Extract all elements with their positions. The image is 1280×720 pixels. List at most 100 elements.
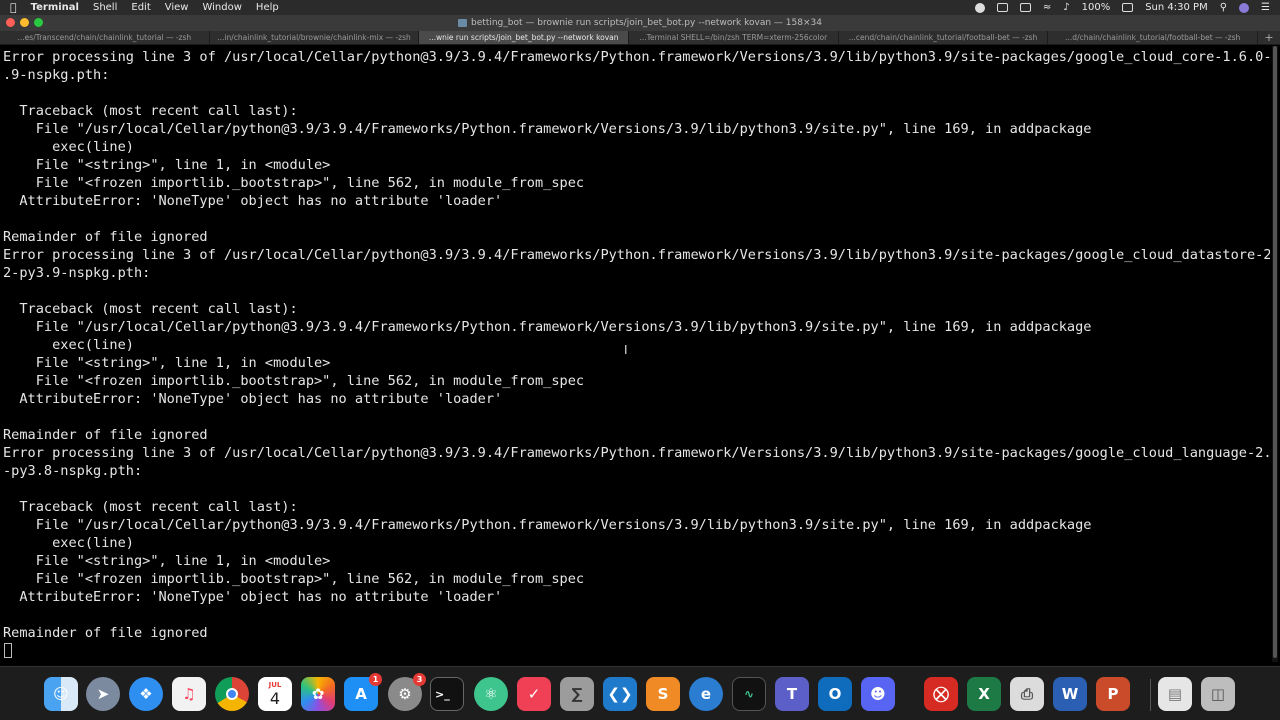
documents-stack-icon[interactable]: ▤ (1158, 677, 1192, 711)
close-window-button[interactable] (6, 18, 15, 27)
calendar-month: JUL (268, 680, 282, 689)
tab-chainlink-mix[interactable]: ...in/chainlink_tutorial/brownie/chainli… (210, 31, 420, 44)
text-cursor-icon: I (624, 343, 628, 357)
system-preferences-icon[interactable]: ⚙ 3 (388, 673, 426, 711)
terminal-line: File "<frozen importlib._bootstrap>", li… (3, 571, 585, 587)
airplay-icon[interactable] (1019, 3, 1031, 12)
printer-icon[interactable]: ⎙ (1010, 677, 1044, 711)
terminal-line: File "/usr/local/Cellar/python@3.9/3.9.4… (3, 517, 1092, 533)
chrome-icon[interactable] (215, 677, 249, 711)
tab-brownie-run[interactable]: ...wnie run scripts/join_bet_bot.py --ne… (419, 31, 630, 44)
terminal-line: File "<frozen importlib._bootstrap>", li… (3, 373, 585, 389)
record-icon[interactable] (974, 2, 985, 13)
menu-bar:  Terminal Shell Edit View Window Help ≈… (0, 0, 1280, 15)
terminal-cursor (4, 643, 12, 658)
display-icon[interactable] (996, 3, 1008, 12)
control-center-icon[interactable]: ☰ (1261, 2, 1270, 13)
terminal-line: AttributeError: 'NoneType' object has no… (3, 589, 503, 605)
app-store-icon[interactable]: A1 (344, 673, 382, 711)
terminal-line: File "<string>", line 1, in <module> (3, 355, 331, 371)
outlook-icon[interactable]: O (818, 677, 852, 711)
terminal-line: 2-py3.9-nspkg.pth: (3, 265, 151, 281)
atom-icon[interactable]: ⚛ (474, 677, 508, 711)
app-store-badge: 1 (369, 673, 382, 686)
status-area: ≈ ♪ 100% Sun 4:30 PM ⚲ ☰ (963, 2, 1280, 13)
system-preferences-badge: 3 (413, 673, 426, 686)
terminal-line: Error processing line 3 of /usr/local/Ce… (3, 49, 1270, 65)
teams-icon[interactable]: T (775, 677, 809, 711)
terminal-line: exec(line) (3, 139, 134, 155)
tab-bar: ...es/Transcend/chain/chainlink_tutorial… (0, 31, 1280, 45)
terminal-line: Error processing line 3 of /usr/local/Ce… (3, 445, 1270, 461)
terminal-line: Traceback (most recent call last): (3, 103, 298, 119)
menu-help[interactable]: Help (256, 2, 279, 13)
sublime-icon[interactable]: S (646, 677, 680, 711)
wifi-icon[interactable]: ≈ (1043, 2, 1051, 13)
siri-icon[interactable] (1239, 2, 1250, 13)
photos-icon[interactable]: ✿ (301, 677, 335, 711)
edge-icon[interactable]: e (689, 677, 723, 711)
terminal-line: exec(line) (3, 535, 134, 551)
terminal-line: Remainder of file ignored (3, 625, 208, 641)
terminal-scrollbar[interactable] (1272, 46, 1278, 662)
terminal-line: Remainder of file ignored (3, 229, 208, 245)
terminal-line: File "/usr/local/Cellar/python@3.9/3.9.4… (3, 121, 1092, 137)
excel-icon[interactable]: X (967, 677, 1001, 711)
window-controls (6, 18, 48, 27)
activity-monitor-icon[interactable]: ∿ (732, 677, 766, 711)
trash-icon[interactable]: ◫ (1201, 677, 1235, 711)
acrobat-icon[interactable]: ⛒ (924, 677, 958, 711)
safari-icon[interactable]: ❖ (129, 677, 163, 711)
tab-football-bet-1[interactable]: ...cend/chain/chainlink_tutorial/footbal… (839, 31, 1049, 44)
tab-football-bet-2[interactable]: ...d/chain/chainlink_tutorial/football-b… (1048, 31, 1259, 44)
terminal-line: Error processing line 3 of /usr/local/Ce… (3, 247, 1270, 263)
battery-percent[interactable]: 100% (1082, 2, 1111, 13)
apple-menu-icon[interactable]:  (10, 1, 17, 14)
menu-app-terminal[interactable]: Terminal (31, 2, 79, 13)
menu-shell[interactable]: Shell (93, 2, 117, 13)
terminal-line: Traceback (most recent call last): (3, 499, 298, 515)
dock: ☺ ➤ ❖ ♫ JUL 4 ✿ A1 ⚙ 3 >_ ⚛ ✓ ∑ ❮❯ S e ∿ … (0, 666, 1280, 720)
window-title: betting_bot — brownie run scripts/join_b… (471, 18, 822, 28)
minimize-window-button[interactable] (20, 18, 29, 27)
battery-icon[interactable] (1122, 3, 1134, 12)
folder-icon (458, 19, 468, 27)
calendar-icon[interactable]: JUL 4 (258, 677, 292, 711)
calendar-day: 4 (269, 688, 281, 708)
terminal-line: File "<string>", line 1, in <module> (3, 157, 331, 173)
powerpoint-icon[interactable]: P (1096, 677, 1130, 711)
finder-icon[interactable]: ☺ (44, 677, 78, 711)
terminal-line: File "<string>", line 1, in <module> (3, 553, 331, 569)
terminal-line: File "<frozen importlib._bootstrap>", li… (3, 175, 585, 191)
word-icon[interactable]: W (1053, 677, 1087, 711)
launchpad-icon[interactable]: ➤ (86, 677, 120, 711)
menu-window[interactable]: Window (202, 2, 241, 13)
tab-chainlink-tutorial[interactable]: ...es/Transcend/chain/chainlink_tutorial… (0, 31, 210, 44)
new-tab-button[interactable]: + (1258, 31, 1280, 44)
terminal-line: Remainder of file ignored (3, 427, 208, 443)
zoom-window-button[interactable] (34, 18, 43, 27)
terminal-line: File "/usr/local/Cellar/python@3.9/3.9.4… (3, 319, 1092, 335)
menu-view[interactable]: View (165, 2, 189, 13)
scrollbar-thumb[interactable] (1273, 46, 1277, 658)
calculator-icon[interactable]: ∑ (560, 677, 594, 711)
tab-terminal-shell[interactable]: ...Terminal SHELL=/bin/zsh TERM=xterm-25… (629, 31, 839, 44)
terminal-line: .9-nspkg.pth: (3, 67, 110, 83)
clock[interactable]: Sun 4:30 PM (1145, 2, 1208, 13)
terminal-output[interactable]: Error processing line 3 of /usr/local/Ce… (0, 46, 1270, 662)
terminal-line: exec(line) (3, 337, 134, 353)
pocket-icon[interactable]: ✓ (517, 677, 551, 711)
spotlight-search-icon[interactable]: ⚲ (1220, 2, 1227, 13)
vscode-icon[interactable]: ❮❯ (603, 677, 637, 711)
menu-edit[interactable]: Edit (131, 2, 150, 13)
discord-icon[interactable]: ☻ (861, 677, 895, 711)
terminal-line: AttributeError: 'NoneType' object has no… (3, 193, 503, 209)
volume-icon[interactable]: ♪ (1063, 2, 1069, 13)
terminal-app-icon[interactable]: >_ (430, 677, 464, 711)
music-icon[interactable]: ♫ (172, 677, 206, 711)
terminal-line: -py3.8-nspkg.pth: (3, 463, 143, 479)
terminal-line: AttributeError: 'NoneType' object has no… (3, 391, 503, 407)
window-title-bar[interactable]: betting_bot — brownie run scripts/join_b… (0, 15, 1280, 31)
terminal-line: Traceback (most recent call last): (3, 301, 298, 317)
dock-separator (1150, 679, 1151, 711)
